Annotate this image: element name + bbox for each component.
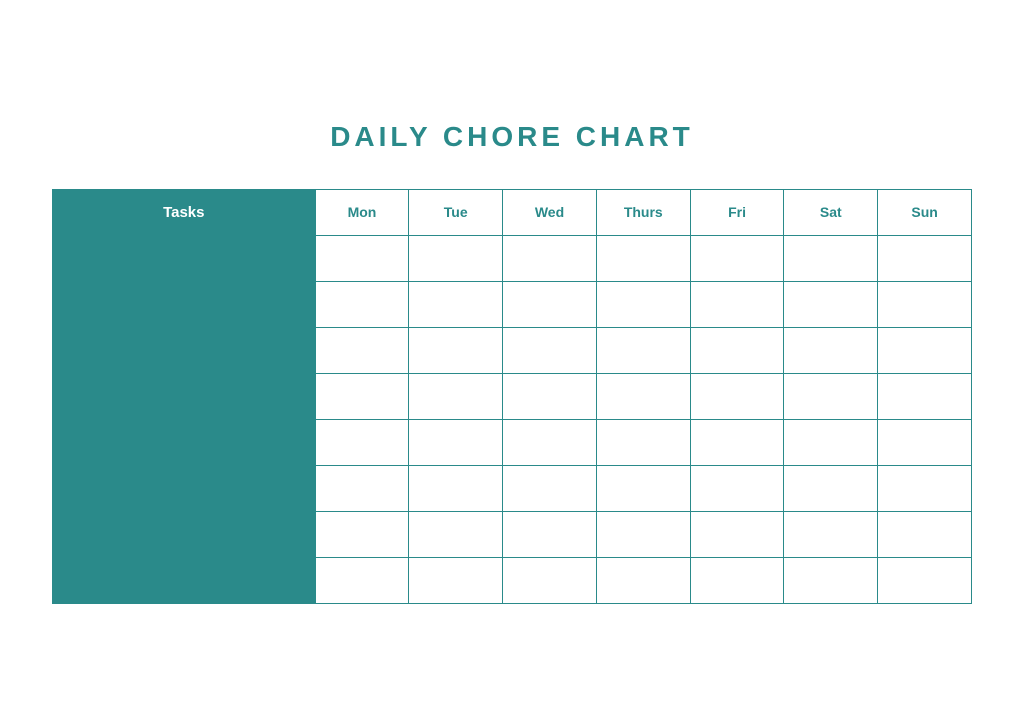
- task-cell-8: [53, 557, 316, 603]
- day-cell-4-fri[interactable]: [690, 373, 784, 419]
- day-cell-7-sun[interactable]: [878, 511, 972, 557]
- day-cell-6-tue[interactable]: [409, 465, 503, 511]
- day-cell-4-sat[interactable]: [784, 373, 878, 419]
- day-cell-1-mon[interactable]: [315, 235, 409, 281]
- task-cell-1: [53, 235, 316, 281]
- day-cell-5-thurs[interactable]: [596, 419, 690, 465]
- table-row: [53, 557, 972, 603]
- chore-chart-table: Tasks Mon Tue Wed Thurs Fri Sat Sun: [52, 189, 972, 604]
- day-cell-7-mon[interactable]: [315, 511, 409, 557]
- day-cell-1-fri[interactable]: [690, 235, 784, 281]
- task-cell-4: [53, 373, 316, 419]
- day-cell-5-tue[interactable]: [409, 419, 503, 465]
- day-cell-2-wed[interactable]: [503, 281, 597, 327]
- day-cell-2-sat[interactable]: [784, 281, 878, 327]
- table-row: [53, 511, 972, 557]
- header-day-wed: Wed: [503, 189, 597, 235]
- header-day-thurs: Thurs: [596, 189, 690, 235]
- day-cell-5-wed[interactable]: [503, 419, 597, 465]
- day-cell-2-thurs[interactable]: [596, 281, 690, 327]
- day-cell-8-wed[interactable]: [503, 557, 597, 603]
- day-cell-3-sun[interactable]: [878, 327, 972, 373]
- day-cell-4-mon[interactable]: [315, 373, 409, 419]
- day-cell-7-wed[interactable]: [503, 511, 597, 557]
- task-cell-5: [53, 419, 316, 465]
- day-cell-3-sat[interactable]: [784, 327, 878, 373]
- day-cell-7-sat[interactable]: [784, 511, 878, 557]
- table-row: [53, 327, 972, 373]
- day-cell-3-mon[interactable]: [315, 327, 409, 373]
- chart-title: DAILY CHORE CHART: [52, 121, 972, 153]
- day-cell-3-tue[interactable]: [409, 327, 503, 373]
- day-cell-1-sat[interactable]: [784, 235, 878, 281]
- day-cell-6-sun[interactable]: [878, 465, 972, 511]
- day-cell-7-tue[interactable]: [409, 511, 503, 557]
- day-cell-6-fri[interactable]: [690, 465, 784, 511]
- day-cell-4-tue[interactable]: [409, 373, 503, 419]
- day-cell-3-wed[interactable]: [503, 327, 597, 373]
- day-cell-1-wed[interactable]: [503, 235, 597, 281]
- day-cell-1-thurs[interactable]: [596, 235, 690, 281]
- task-cell-6: [53, 465, 316, 511]
- day-cell-2-sun[interactable]: [878, 281, 972, 327]
- day-cell-8-mon[interactable]: [315, 557, 409, 603]
- day-cell-8-sat[interactable]: [784, 557, 878, 603]
- header-tasks: Tasks: [53, 189, 316, 235]
- day-cell-3-thurs[interactable]: [596, 327, 690, 373]
- day-cell-4-wed[interactable]: [503, 373, 597, 419]
- day-cell-3-fri[interactable]: [690, 327, 784, 373]
- header-day-sun: Sun: [878, 189, 972, 235]
- day-cell-1-sun[interactable]: [878, 235, 972, 281]
- header-row: Tasks Mon Tue Wed Thurs Fri Sat Sun: [53, 189, 972, 235]
- day-cell-5-mon[interactable]: [315, 419, 409, 465]
- day-cell-6-thurs[interactable]: [596, 465, 690, 511]
- table-row: [53, 373, 972, 419]
- day-cell-2-fri[interactable]: [690, 281, 784, 327]
- day-cell-2-mon[interactable]: [315, 281, 409, 327]
- day-cell-8-tue[interactable]: [409, 557, 503, 603]
- task-cell-2: [53, 281, 316, 327]
- day-cell-5-fri[interactable]: [690, 419, 784, 465]
- header-day-mon: Mon: [315, 189, 409, 235]
- day-cell-8-sun[interactable]: [878, 557, 972, 603]
- header-day-fri: Fri: [690, 189, 784, 235]
- day-cell-8-thurs[interactable]: [596, 557, 690, 603]
- header-day-sat: Sat: [784, 189, 878, 235]
- table-row: [53, 419, 972, 465]
- day-cell-5-sun[interactable]: [878, 419, 972, 465]
- day-cell-4-thurs[interactable]: [596, 373, 690, 419]
- table-row: [53, 281, 972, 327]
- task-cell-7: [53, 511, 316, 557]
- day-cell-6-sat[interactable]: [784, 465, 878, 511]
- day-cell-7-fri[interactable]: [690, 511, 784, 557]
- day-cell-6-wed[interactable]: [503, 465, 597, 511]
- header-day-tue: Tue: [409, 189, 503, 235]
- day-cell-6-mon[interactable]: [315, 465, 409, 511]
- day-cell-2-tue[interactable]: [409, 281, 503, 327]
- table-row: [53, 465, 972, 511]
- task-cell-3: [53, 327, 316, 373]
- day-cell-4-sun[interactable]: [878, 373, 972, 419]
- day-cell-7-thurs[interactable]: [596, 511, 690, 557]
- page-container: DAILY CHORE CHART Tasks Mon Tue Wed Thur…: [32, 81, 992, 644]
- day-cell-5-sat[interactable]: [784, 419, 878, 465]
- day-cell-8-fri[interactable]: [690, 557, 784, 603]
- day-cell-1-tue[interactable]: [409, 235, 503, 281]
- table-row: [53, 235, 972, 281]
